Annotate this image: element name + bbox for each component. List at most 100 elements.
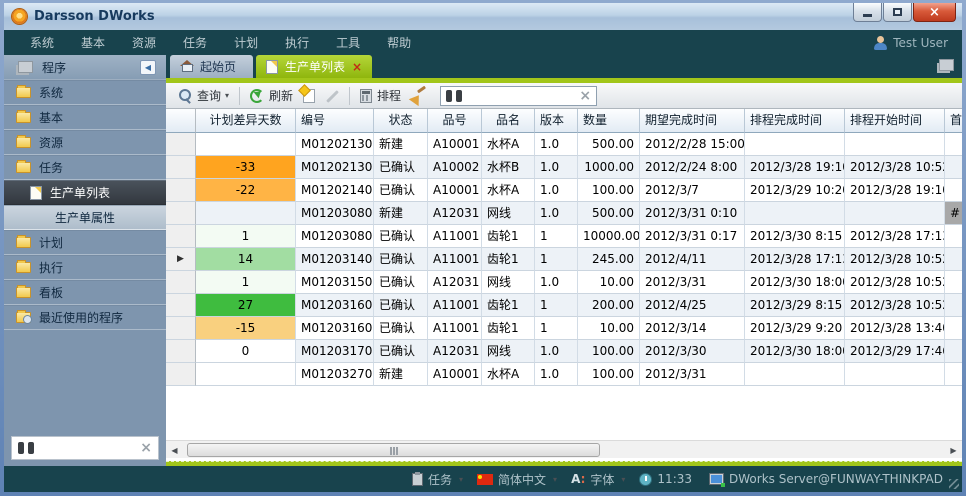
horizontal-scrollbar[interactable]: ◀ ▶ [166, 440, 962, 458]
cell-extra[interactable]: # [945, 202, 962, 225]
cell-sched_start[interactable]: 2012/3/28 10:52 [845, 248, 945, 271]
cell-sched_start[interactable] [845, 133, 945, 156]
cell-item[interactable]: A11001 [428, 317, 482, 340]
menu-item[interactable]: 执行 [285, 34, 309, 51]
chevron-down-icon[interactable]: ▾ [225, 91, 229, 100]
cell-qty[interactable]: 100.00 [578, 340, 640, 363]
menu-item[interactable]: 基本 [81, 34, 105, 51]
column-header-item[interactable]: 品号 [428, 109, 482, 133]
cell-no[interactable]: M012031602 [296, 317, 374, 340]
cell-ver[interactable]: 1.0 [535, 156, 578, 179]
cell-due[interactable]: 2012/4/11 [640, 248, 745, 271]
cell-name[interactable]: 齿轮1 [482, 225, 535, 248]
cell-item[interactable]: A10001 [428, 179, 482, 202]
cell-name[interactable]: 水杯B [482, 156, 535, 179]
cell-status[interactable]: 已确认 [374, 156, 428, 179]
cell-extra[interactable] [945, 317, 962, 340]
cell-name[interactable]: 齿轮1 [482, 317, 535, 340]
cell-ver[interactable]: 1 [535, 294, 578, 317]
restore-button[interactable] [883, 3, 912, 22]
cell-ver[interactable]: 1.0 [535, 133, 578, 156]
sidebar-item[interactable]: 执行 [4, 255, 166, 280]
cell-diff[interactable]: -33 [196, 156, 296, 179]
column-header-ver[interactable]: 版本 [535, 109, 578, 133]
cell-sched_end[interactable] [745, 133, 845, 156]
column-header-extra[interactable]: 首 [945, 109, 962, 133]
cell-name[interactable]: 网线 [482, 271, 535, 294]
cell-due[interactable]: 2012/3/14 [640, 317, 745, 340]
sidebar-item[interactable]: 任务 [4, 155, 166, 180]
cell-sched_end[interactable]: 2012/3/28 17:13 [745, 248, 845, 271]
scrollbar-thumb[interactable] [187, 443, 600, 457]
sidebar-item[interactable]: 看板 [4, 280, 166, 305]
cell-qty[interactable]: 1000.00 [578, 156, 640, 179]
cell-no[interactable]: M012031402 [296, 248, 374, 271]
cell-extra[interactable] [945, 271, 962, 294]
sidebar-item[interactable]: 系统 [4, 80, 166, 105]
cell-item[interactable]: A11001 [428, 248, 482, 271]
cell-diff[interactable]: -15 [196, 317, 296, 340]
cell-status[interactable]: 已确认 [374, 225, 428, 248]
row-selector-cell[interactable] [166, 317, 196, 340]
cell-no[interactable]: M012031701 [296, 340, 374, 363]
cell-no[interactable]: M012021401 [296, 179, 374, 202]
column-header-due[interactable]: 期望完成时间 [640, 109, 745, 133]
cell-status[interactable]: 新建 [374, 133, 428, 156]
cell-diff[interactable] [196, 133, 296, 156]
cell-extra[interactable] [945, 225, 962, 248]
cell-qty[interactable]: 10.00 [578, 271, 640, 294]
cell-status[interactable]: 已确认 [374, 294, 428, 317]
cell-qty[interactable]: 100.00 [578, 179, 640, 202]
cell-due[interactable]: 2012/2/24 8:00 [640, 156, 745, 179]
cell-no[interactable]: M012031601 [296, 294, 374, 317]
cell-due[interactable]: 2012/3/31 [640, 363, 745, 386]
cell-sched_start[interactable]: 2012/3/29 17:46 [845, 340, 945, 363]
minimize-button[interactable] [853, 3, 882, 22]
cell-status[interactable]: 已确认 [374, 317, 428, 340]
clear-button[interactable] [406, 85, 432, 107]
language-menu[interactable]: 简体中文 ▾ [477, 471, 557, 488]
column-header-diff[interactable]: 计划差异天数 [196, 109, 296, 133]
cell-no[interactable]: M012030801 [296, 202, 374, 225]
cell-sched_start[interactable] [845, 202, 945, 225]
refresh-button[interactable]: 刷新 [245, 85, 298, 107]
column-header-sched_end[interactable]: 排程完成时间 [745, 109, 845, 133]
cell-sched_end[interactable]: 2012/3/29 10:20 [745, 179, 845, 202]
cell-extra[interactable] [945, 179, 962, 202]
window-list-icon[interactable] [939, 59, 954, 71]
cell-qty[interactable]: 500.00 [578, 133, 640, 156]
cell-diff[interactable] [196, 202, 296, 225]
cell-name[interactable]: 水杯A [482, 363, 535, 386]
cell-sched_end[interactable] [745, 363, 845, 386]
cell-due[interactable]: 2012/3/31 0:17 [640, 225, 745, 248]
sidebar-collapse-button[interactable]: ◀ [140, 60, 156, 75]
cell-diff[interactable]: 27 [196, 294, 296, 317]
cell-status[interactable]: 新建 [374, 363, 428, 386]
cell-status[interactable]: 已确认 [374, 248, 428, 271]
cell-sched_end[interactable] [745, 202, 845, 225]
cell-no[interactable]: M012021301 [296, 133, 374, 156]
cell-qty[interactable]: 245.00 [578, 248, 640, 271]
cell-item[interactable]: A10001 [428, 133, 482, 156]
row-selector-cell[interactable] [166, 225, 196, 248]
new-button[interactable] [298, 85, 320, 107]
cell-item[interactable]: A11001 [428, 225, 482, 248]
cell-extra[interactable] [945, 340, 962, 363]
cell-diff[interactable]: 1 [196, 225, 296, 248]
user-box[interactable]: Test User [874, 30, 948, 55]
cell-due[interactable]: 2012/2/28 15:00 [640, 133, 745, 156]
cell-due[interactable]: 2012/3/31 [640, 271, 745, 294]
cell-no[interactable]: M012031501 [296, 271, 374, 294]
scroll-right-icon[interactable]: ▶ [945, 441, 962, 459]
row-selector-cell[interactable] [166, 202, 196, 225]
sidebar-item[interactable]: 最近使用的程序 [4, 305, 166, 330]
cell-diff[interactable]: 14 [196, 248, 296, 271]
cell-extra[interactable] [945, 248, 962, 271]
row-selector-cell[interactable] [166, 133, 196, 156]
schedule-button[interactable]: 排程 [355, 85, 406, 107]
cell-due[interactable]: 2012/3/31 0:10 [640, 202, 745, 225]
cell-extra[interactable] [945, 133, 962, 156]
cell-item[interactable]: A10001 [428, 363, 482, 386]
menu-item[interactable]: 任务 [183, 34, 207, 51]
cell-name[interactable]: 水杯A [482, 179, 535, 202]
